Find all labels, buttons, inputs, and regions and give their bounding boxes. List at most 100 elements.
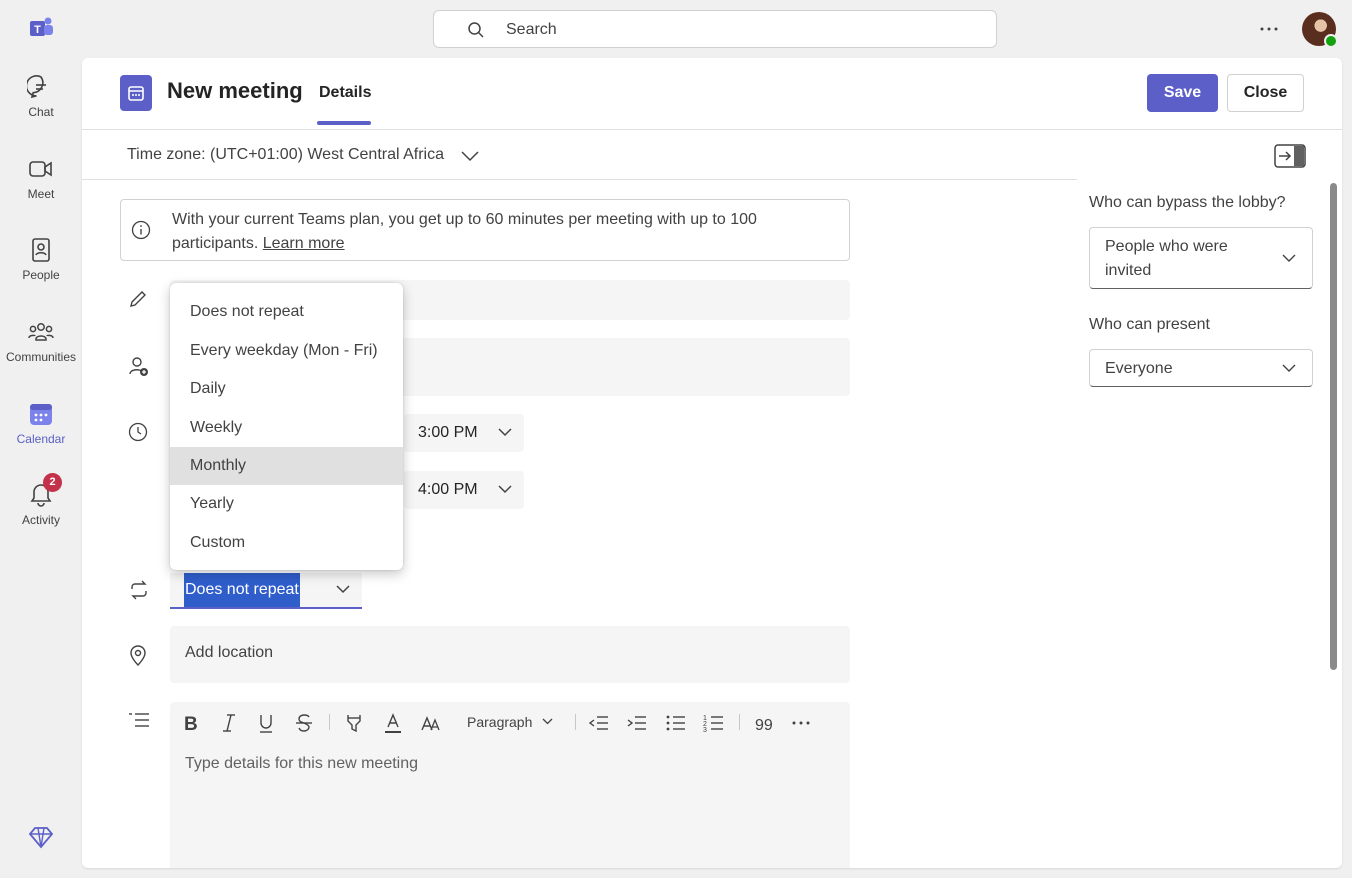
decrease-indent-icon[interactable]	[588, 712, 610, 734]
rail-item-communities[interactable]: Communities	[0, 318, 82, 364]
repeat-selected-value: Does not repeat	[184, 573, 300, 607]
diamond-premium-icon[interactable]	[27, 823, 55, 851]
tab-active-indicator	[317, 121, 371, 125]
calendar-icon	[30, 404, 52, 425]
tab-details[interactable]: Details	[319, 84, 371, 102]
present-label: Who can present	[1089, 316, 1210, 333]
info-message: With your current Teams plan, you get up…	[172, 211, 757, 252]
avatar[interactable]	[1302, 12, 1338, 48]
contact-book-icon	[32, 238, 50, 262]
rail-label: Activity	[21, 513, 60, 527]
search-input[interactable]: Search	[433, 10, 997, 48]
toolbar-divider	[329, 714, 330, 730]
chevron-down-icon	[1282, 364, 1296, 372]
highlight-icon[interactable]	[344, 712, 364, 734]
details-lines-icon	[129, 713, 149, 727]
teams-logo-icon[interactable]: T	[27, 14, 55, 42]
location-input[interactable]: Add location	[170, 626, 850, 683]
location-pin-icon	[130, 645, 146, 666]
repeat-dropdown-menu: Does not repeat Every weekday (Mon - Fri…	[170, 283, 403, 570]
rail-item-chat[interactable]: Chat	[0, 73, 82, 119]
search-icon	[468, 22, 484, 38]
scrollbar[interactable]	[1330, 183, 1337, 670]
chevron-down-icon	[498, 485, 512, 494]
more-options-icon[interactable]	[1256, 16, 1282, 42]
rail-label: People	[22, 268, 60, 282]
divider	[82, 179, 1077, 180]
rail-item-activity[interactable]: 2 Activity	[0, 473, 82, 527]
rail-item-meet[interactable]: Meet	[0, 155, 82, 201]
italic-icon[interactable]	[220, 712, 238, 734]
info-text: With your current Teams plan, you get up…	[172, 208, 832, 256]
rail-label: Chat	[28, 105, 54, 119]
strikethrough-icon[interactable]	[295, 712, 313, 734]
present-select[interactable]: Everyone	[1089, 349, 1313, 387]
end-time-value: 4:00 PM	[418, 481, 478, 498]
menu-item-custom[interactable]: Custom	[170, 524, 403, 562]
bold-icon[interactable]: B	[182, 712, 200, 734]
paragraph-style-select[interactable]: Paragraph	[467, 714, 532, 730]
numbered-list-icon[interactable]: 123	[703, 712, 725, 734]
menu-item-yearly[interactable]: Yearly	[170, 485, 403, 523]
rail-label: Meet	[27, 187, 55, 201]
chevron-down-icon[interactable]	[542, 718, 553, 726]
location-placeholder: Add location	[185, 644, 274, 661]
details-editor[interactable]: B Paragraph 123 99 Type details for this…	[170, 702, 850, 868]
video-camera-icon	[29, 161, 52, 177]
collapse-panel-icon[interactable]	[1274, 144, 1306, 168]
menu-item-monthly[interactable]: Monthly	[170, 447, 403, 485]
add-person-icon	[129, 357, 148, 376]
increase-indent-icon[interactable]	[626, 712, 648, 734]
lobby-select[interactable]: People who were invited	[1089, 227, 1313, 289]
notification-badge: 2	[43, 473, 62, 492]
rail-item-people[interactable]: People	[0, 236, 82, 282]
search-placeholder: Search	[506, 21, 557, 38]
left-rail: T Chat Meet People Communities Calendar …	[0, 0, 82, 878]
menu-item-every-weekday[interactable]: Every weekday (Mon - Fri)	[170, 332, 403, 370]
clock-icon	[128, 422, 148, 442]
learn-more-link[interactable]: Learn more	[263, 235, 345, 252]
chevron-down-icon	[498, 428, 512, 437]
menu-item-weekly[interactable]: Weekly	[170, 409, 403, 447]
toolbar-divider	[575, 714, 576, 730]
start-time-select[interactable]: 3:00 PM	[404, 414, 524, 452]
timezone-selector[interactable]: Time zone: (UTC+01:00) West Central Afri…	[127, 146, 444, 164]
underline-icon[interactable]	[257, 712, 275, 734]
repeat-icon	[131, 580, 147, 600]
font-size-icon[interactable]	[420, 712, 442, 734]
page-title: New meeting	[167, 78, 303, 103]
chevron-down-icon	[336, 585, 350, 594]
toolbar-divider	[739, 714, 740, 730]
form-header: New meeting Details Save Close	[82, 58, 1342, 130]
rail-label: Calendar	[16, 432, 66, 446]
calendar-icon	[120, 75, 152, 111]
rail-item-calendar[interactable]: Calendar	[0, 400, 82, 446]
presence-available-icon	[1324, 34, 1338, 48]
communities-icon	[28, 323, 54, 341]
svg-text:99: 99	[755, 717, 773, 734]
details-placeholder: Type details for this new meeting	[185, 755, 419, 772]
present-value: Everyone	[1105, 360, 1173, 377]
close-button[interactable]: Close	[1227, 74, 1304, 112]
menu-item-does-not-repeat[interactable]: Does not repeat	[170, 293, 403, 331]
menu-item-daily[interactable]: Daily	[170, 370, 403, 408]
bulleted-list-icon[interactable]	[665, 712, 687, 734]
chevron-down-icon[interactable]	[460, 150, 480, 162]
chevron-down-icon	[1282, 254, 1296, 262]
svg-text:B: B	[184, 714, 198, 734]
info-icon	[131, 220, 151, 240]
plan-info-banner: With your current Teams plan, you get up…	[120, 199, 850, 261]
lobby-label: Who can bypass the lobby?	[1089, 194, 1286, 211]
more-options-icon[interactable]	[791, 712, 811, 734]
repeat-select[interactable]: Does not repeat	[170, 573, 362, 609]
end-time-select[interactable]: 4:00 PM	[404, 471, 524, 509]
svg-text:T: T	[34, 24, 41, 36]
svg-text:3: 3	[703, 727, 707, 734]
quote-icon[interactable]: 99	[754, 712, 774, 734]
rail-label: Communities	[5, 350, 77, 364]
font-color-icon[interactable]	[383, 712, 403, 734]
save-button[interactable]: Save	[1147, 74, 1218, 112]
chat-icon	[27, 75, 46, 99]
start-time-value: 3:00 PM	[418, 424, 478, 441]
pencil-icon	[130, 291, 146, 307]
